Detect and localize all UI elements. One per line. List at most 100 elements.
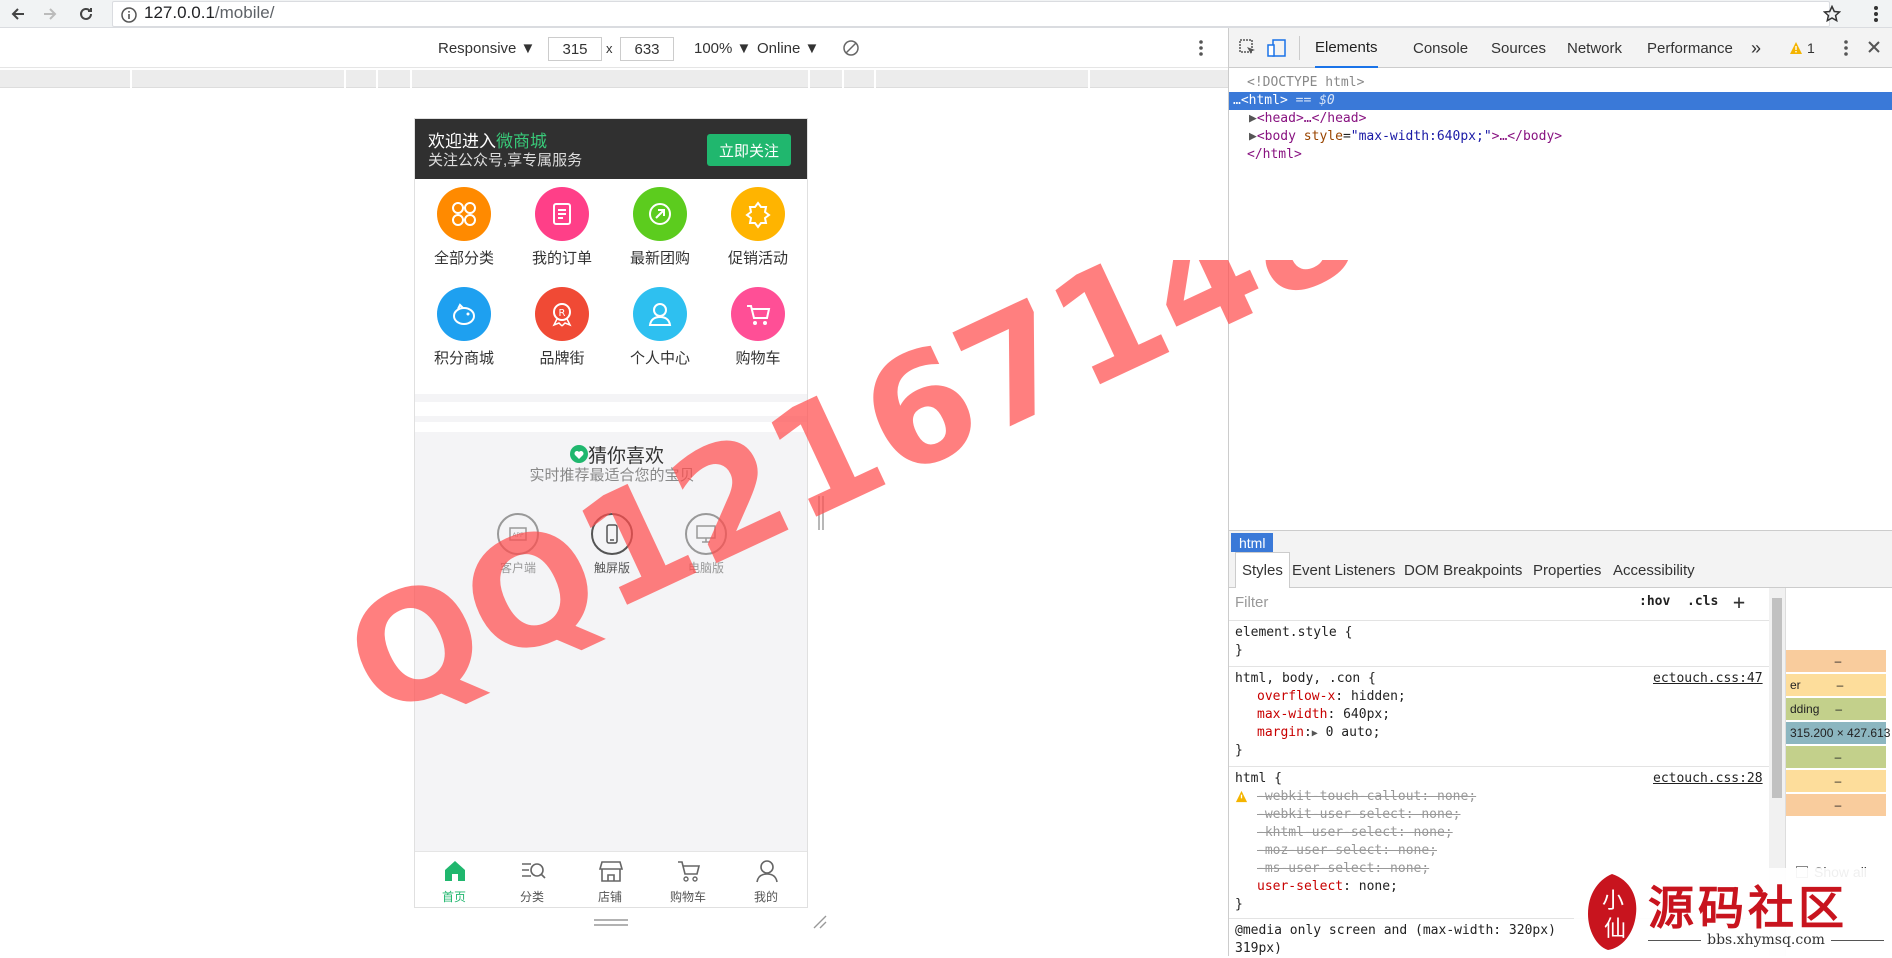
ruler-segment[interactable] <box>810 70 844 88</box>
grid-item-profile[interactable]: 个人中心 <box>611 279 709 379</box>
ruler-segment[interactable] <box>844 70 876 88</box>
browser-menu-button[interactable] <box>1862 0 1890 28</box>
rule1-prop[interactable]: overflow-x: hidden; <box>1257 688 1406 706</box>
viewport-resize-handle-corner[interactable] <box>810 912 828 930</box>
device-mode-select[interactable]: Responsive ▼ <box>438 40 535 57</box>
ruler-segment[interactable] <box>132 70 346 88</box>
tab-home[interactable]: 首页 <box>415 852 493 907</box>
dom-body-node[interactable]: ▶<body style="max-width:640px;">…</body> <box>1229 128 1892 146</box>
hover-state-toggle[interactable]: :hov <box>1639 594 1670 609</box>
device-height-input[interactable]: 633 <box>620 37 674 61</box>
tab-sources[interactable]: Sources <box>1491 28 1546 68</box>
grid-item-orders[interactable]: 我的订单 <box>513 179 611 279</box>
devtools-menu-button[interactable] <box>1843 39 1849 57</box>
media-query-header[interactable]: @media only screen and (max-width: 320px… <box>1235 922 1556 940</box>
ruler-segment[interactable] <box>378 70 412 88</box>
rule2-prop-overridden[interactable]: -ms-user-select: none; <box>1257 860 1429 878</box>
tab-elements[interactable]: Elements <box>1315 28 1378 68</box>
phone-icon <box>591 513 633 555</box>
viewport-resize-handle-right[interactable] <box>818 496 824 530</box>
grid-item-groupbuy[interactable]: 最新团购 <box>611 179 709 279</box>
ruler-segment[interactable] <box>346 70 378 88</box>
tab-properties[interactable]: Properties <box>1533 552 1601 588</box>
grid-item-cart[interactable]: 购物车 <box>709 279 807 379</box>
rule-close: } <box>1235 643 1243 658</box>
follow-button[interactable]: 立即关注 <box>707 134 791 166</box>
info-icon[interactable] <box>121 7 137 23</box>
back-button[interactable] <box>4 0 32 28</box>
rule2-prop-invalid[interactable]: -webkit-touch-callout: none; <box>1257 788 1476 806</box>
tab-event-listeners[interactable]: Event Listeners <box>1292 552 1395 588</box>
device-toggle-button[interactable] <box>1267 39 1287 57</box>
url-text[interactable]: 127.0.0.1/mobile/ <box>144 3 274 23</box>
grid-item-promotion[interactable]: 促销活动 <box>709 179 807 279</box>
box-padding-bottom[interactable]: – <box>1786 746 1886 768</box>
element-style-selector[interactable]: element.style { <box>1235 624 1352 642</box>
rule1-selector[interactable]: html, body, .con { <box>1235 670 1376 688</box>
tab-network[interactable]: Network <box>1567 28 1622 68</box>
bookmark-button[interactable] <box>1818 0 1846 28</box>
reload-button[interactable] <box>72 0 100 28</box>
rule2-prop-overridden[interactable]: -khtml-user-select: none; <box>1257 824 1453 842</box>
platform-app[interactable]: APP 客户端 <box>471 513 565 583</box>
more-tabs-button[interactable]: » <box>1751 28 1761 68</box>
grid-item-category[interactable]: 全部分类 <box>415 179 513 279</box>
class-toggle[interactable]: .cls <box>1687 594 1718 609</box>
media-query-ruler[interactable] <box>0 70 1228 88</box>
network-throttle-select[interactable]: Online ▼ <box>757 40 819 57</box>
zoom-select[interactable]: 100% ▼ <box>694 40 751 57</box>
warnings-counter[interactable]: 1 <box>1789 40 1815 56</box>
dom-head-node[interactable]: ▶<head>…</head> <box>1229 110 1892 128</box>
expand-triangle-icon[interactable]: ▶ <box>1249 111 1257 126</box>
box-border-bottom[interactable]: – <box>1786 770 1886 792</box>
grid-item-points[interactable]: 积分商城 <box>415 279 513 379</box>
rule2-prop-overridden[interactable]: -moz-user-select: none; <box>1257 842 1437 860</box>
device-width-input[interactable]: 315 <box>548 37 602 61</box>
device-toolbar-menu[interactable] <box>1198 39 1204 57</box>
dom-html-close[interactable]: </html> <box>1229 146 1892 164</box>
scrollbar-thumb[interactable] <box>1772 598 1782 798</box>
tab-category[interactable]: 分类 <box>493 852 571 907</box>
viewport-resize-handle-bottom[interactable] <box>594 918 628 928</box>
rule2-source-link[interactable]: ectouch.css:28 <box>1653 770 1763 788</box>
expand-triangle-icon[interactable]: ▶ <box>1312 728 1318 739</box>
dom-html-node[interactable]: …<html> == $0 <box>1229 92 1892 110</box>
ruler-segment[interactable] <box>876 70 1090 88</box>
rule2-prop[interactable]: user-select: none; <box>1257 878 1398 896</box>
rule1-prop[interactable]: max-width: 640px; <box>1257 706 1390 724</box>
styles-filter-input[interactable]: Filter <box>1235 594 1268 611</box>
rule1-prop[interactable]: margin:▶ 0 auto; <box>1257 724 1380 742</box>
media-query-continued: 319px) <box>1235 941 1282 956</box>
ruler-segment[interactable] <box>0 70 132 88</box>
tab-store[interactable]: 店铺 <box>571 852 649 907</box>
expand-triangle-icon[interactable]: ▶ <box>1249 129 1257 144</box>
tab-profile[interactable]: 我的 <box>727 852 805 907</box>
breadcrumb[interactable]: html <box>1231 533 1274 553</box>
rotate-button[interactable] <box>842 39 860 57</box>
ruler-segment[interactable] <box>412 70 810 88</box>
rule2-prop-overridden[interactable]: -webkit-user-select: none; <box>1257 806 1461 824</box>
platform-desktop[interactable]: 电脑版 <box>659 513 753 583</box>
rule2-selector[interactable]: html { <box>1235 770 1282 788</box>
rule1-source-link[interactable]: ectouch.css:47 <box>1653 670 1763 688</box>
box-margin-top[interactable]: – <box>1786 650 1886 672</box>
tab-console[interactable]: Console <box>1413 28 1468 68</box>
box-margin-bottom[interactable]: – <box>1786 794 1886 816</box>
forward-button[interactable] <box>36 0 64 28</box>
new-style-rule-button[interactable]: + <box>1733 590 1745 614</box>
tab-dom-breakpoints[interactable]: DOM Breakpoints <box>1404 552 1522 588</box>
address-bar[interactable] <box>112 1 1830 27</box>
tab-accessibility[interactable]: Accessibility <box>1613 552 1695 588</box>
box-content-size[interactable]: 315.200 × 427.613 <box>1786 722 1890 744</box>
doctype-text: <!DOCTYPE html> <box>1247 75 1365 90</box>
tab-performance[interactable]: Performance <box>1647 28 1733 68</box>
tab-styles[interactable]: Styles <box>1235 552 1290 588</box>
tab-cart[interactable]: 购物车 <box>649 852 727 907</box>
box-padding-row[interactable]: dding – <box>1786 698 1886 720</box>
box-border-row[interactable]: er – <box>1786 674 1886 696</box>
platform-touch[interactable]: 触屏版 <box>565 513 659 583</box>
close-devtools-button[interactable] <box>1867 40 1881 54</box>
inspect-element-button[interactable] <box>1239 39 1257 57</box>
grid-item-brand[interactable]: R 品牌街 <box>513 279 611 379</box>
dom-doctype[interactable]: <!DOCTYPE html> <box>1229 74 1892 92</box>
